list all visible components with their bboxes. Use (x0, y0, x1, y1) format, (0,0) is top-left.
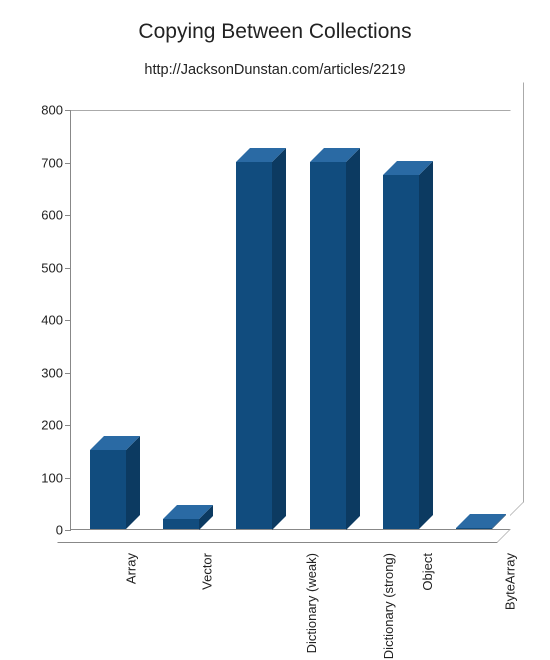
y-tick-label: 500 (41, 260, 71, 275)
chart-container: Copying Between Collections http://Jacks… (0, 0, 550, 660)
bar (163, 519, 199, 530)
x-tick-label: Dictionary (weak) (305, 553, 320, 653)
x-tick-label: Dictionary (strong) (381, 553, 396, 659)
bar (456, 528, 492, 529)
x-tick-label: Array (123, 553, 138, 584)
y-tick-label: 100 (41, 470, 71, 485)
plot-floor (57, 529, 511, 543)
chart-subtitle: http://JacksonDunstan.com/articles/2219 (0, 62, 550, 78)
bar (90, 450, 126, 529)
bar (236, 162, 272, 530)
bar (383, 175, 419, 529)
bar (310, 162, 346, 530)
bar-front (310, 162, 346, 530)
y-tick-label: 600 (41, 208, 71, 223)
chart-title: Copying Between Collections (0, 20, 550, 44)
bar-front (90, 450, 126, 529)
bar-front (456, 528, 492, 529)
bar-front (383, 175, 419, 529)
x-tick-label: Vector (199, 553, 214, 590)
plot-area: 0100200300400500600700800ArrayVectorDict… (70, 110, 510, 530)
bar-side (346, 148, 360, 530)
y-tick-label: 300 (41, 365, 71, 380)
y-tick-label: 400 (41, 313, 71, 328)
bar-front (163, 519, 199, 530)
x-tick-label: ByteArray (503, 553, 518, 610)
bar-side (126, 436, 140, 529)
y-tick-label: 800 (41, 103, 71, 118)
bar-top (456, 514, 506, 528)
bar-front (236, 162, 272, 530)
plot-back-right-edge (510, 82, 524, 516)
bar-side (272, 148, 286, 530)
y-tick-label: 0 (56, 523, 71, 538)
bar-side (419, 161, 433, 529)
x-tick-label: Object (420, 553, 435, 591)
plot-back-top-edge (57, 110, 511, 124)
y-tick-label: 200 (41, 418, 71, 433)
y-tick-label: 700 (41, 155, 71, 170)
